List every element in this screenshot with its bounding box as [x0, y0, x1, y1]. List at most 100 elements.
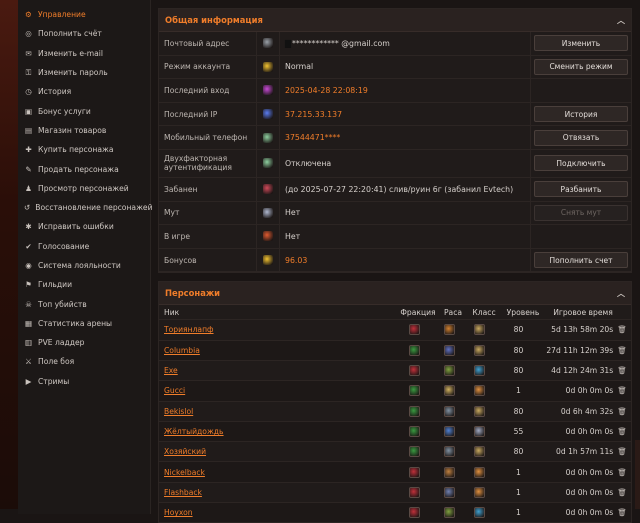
faction-icon	[409, 405, 421, 417]
info-action-cell: Изменить	[530, 32, 631, 55]
character-link[interactable]: Hoyxon	[164, 508, 193, 517]
info-action-button[interactable]: Сменить режим	[534, 58, 628, 75]
sidebar-item-label: Стримы	[38, 376, 70, 386]
character-link[interactable]: Nickelback	[164, 468, 205, 477]
sidebar-item[interactable]: ◷ История	[18, 82, 150, 101]
sidebar-item[interactable]: ↺ Восстановление персонажей	[18, 198, 153, 217]
character-nick-cell: Хозяйский	[164, 447, 396, 456]
info-label: Забанен	[164, 184, 198, 194]
trash-icon[interactable]: 🗑	[613, 386, 631, 395]
info-label: Двухфакторная аутентификация	[164, 154, 232, 173]
info-value: 2025-04-28 22:08:19	[280, 86, 530, 95]
sell-character-icon: ✎	[25, 164, 32, 174]
coins-icon: ◎	[25, 29, 32, 39]
sidebar-item[interactable]: ⚔ Поле боя	[18, 352, 150, 371]
sidebar-item-label: Изменить пароль	[38, 68, 108, 78]
sidebar-item[interactable]: ☠ Топ убийств	[18, 294, 150, 313]
sidebar-item[interactable]: ◎ Пополнить счёт	[18, 24, 150, 43]
info-action-button[interactable]: История	[534, 106, 628, 123]
sidebar-item[interactable]: ⚙ Управление	[18, 5, 150, 24]
info-action-button[interactable]: Пополнить счет	[534, 252, 628, 269]
class-icon	[474, 446, 486, 458]
race-icon	[443, 324, 455, 336]
redacted-block: ▇	[285, 38, 291, 48]
character-row: Hoyxon 1 0d 0h 0m 0s 🗑	[159, 502, 631, 523]
trash-icon[interactable]: 🗑	[613, 346, 631, 355]
character-playtime: 0d 0h 0m 0s	[565, 426, 614, 436]
character-link[interactable]: Bekislol	[164, 407, 193, 416]
faction-cell	[396, 466, 434, 478]
chevron-up-icon[interactable]: ︿	[617, 15, 625, 26]
info-action-button[interactable]: Отвязать	[534, 129, 628, 146]
sidebar-item[interactable]: ✚ Купить персонажа	[18, 140, 150, 159]
character-link[interactable]: Columbia	[164, 346, 200, 355]
trash-icon[interactable]: 🗑	[613, 447, 631, 456]
sidebar-item[interactable]: ♟ Просмотр персонажей	[18, 179, 150, 198]
character-nick-cell: Жёлтыйдождь	[164, 427, 396, 436]
sidebar-item-label: Магазин товаров	[38, 125, 107, 135]
character-link[interactable]: Хозяйский	[164, 447, 206, 456]
sidebar-item[interactable]: ▶ Стримы	[18, 372, 150, 391]
trash-icon[interactable]: 🗑	[613, 488, 631, 497]
sidebar-item[interactable]: ✎ Продать персонажа	[18, 159, 150, 178]
character-nick-cell: Columbia	[164, 346, 396, 355]
gift-icon: ▣	[24, 106, 33, 116]
character-link[interactable]: Flashback	[164, 488, 202, 497]
trash-icon[interactable]: 🗑	[613, 427, 631, 436]
skull-icon: ☠	[25, 299, 32, 309]
class-cell	[465, 446, 495, 458]
chevron-up-icon[interactable]: ︿	[617, 288, 625, 299]
character-link[interactable]: Жёлтыйдождь	[164, 427, 224, 436]
sidebar-item[interactable]: ⚑ Гильдии	[18, 275, 150, 294]
trash-icon[interactable]: 🗑	[613, 325, 631, 334]
sidebar-item[interactable]: ▦ Статистика арены	[18, 314, 150, 333]
characters-header[interactable]: Персонажи ︿	[159, 282, 631, 306]
characters-panel: Персонажи ︿ Ник Фракция Раса Класс Урове…	[158, 281, 632, 523]
character-icon: ♟	[25, 183, 32, 193]
info-action-cell: Снять мут	[530, 201, 631, 225]
info-icon-cell	[256, 248, 280, 272]
sidebar-item[interactable]: ▤ Магазин товаров	[18, 121, 150, 140]
info-action-button[interactable]: Изменить	[534, 35, 628, 52]
character-nick-cell: Hoyxon	[164, 508, 396, 517]
trash-icon[interactable]: 🗑	[613, 508, 631, 517]
sidebar-item[interactable]: ▣ Бонус услуги	[18, 101, 150, 120]
bug-icon: ✱	[25, 222, 32, 232]
race-cell	[434, 405, 466, 417]
info-action-cell: Пополнить счет	[530, 248, 631, 272]
sidebar-item-label: PVE ладдер	[38, 338, 85, 348]
info-action-button[interactable]: Подключить	[534, 155, 628, 172]
general-info-panel: Общая информация ︿ Почтовый адрес ▇******…	[158, 8, 632, 274]
sidebar-item[interactable]: ▥ PVE ладдер	[18, 333, 150, 352]
trash-icon[interactable]: 🗑	[613, 407, 631, 416]
class-cell	[465, 486, 495, 498]
info-action-button[interactable]: Разбанить	[534, 181, 628, 198]
general-info-header[interactable]: Общая информация ︿	[159, 9, 631, 32]
race-cell	[434, 324, 466, 336]
character-link[interactable]: Exe	[164, 366, 178, 375]
character-nick-cell: Ториянлапф	[164, 325, 396, 334]
col-race: Раса	[443, 307, 463, 317]
class-icon	[474, 385, 486, 397]
sidebar-item[interactable]: ✔ Голосование	[18, 237, 150, 256]
trash-icon[interactable]: 🗑	[613, 468, 631, 477]
info-label: Мобильный телефон	[164, 133, 248, 143]
info-icon-cell	[256, 32, 280, 55]
race-cell	[434, 466, 466, 478]
character-playtime: 0d 0h 0m 0s	[565, 467, 614, 477]
info-value: Нет	[280, 208, 530, 217]
envelope-icon: ✉	[25, 48, 32, 58]
race-icon	[443, 385, 455, 397]
sidebar-item[interactable]: ◉ Система лояльности	[18, 256, 150, 275]
info-icon-cell	[256, 201, 280, 225]
faction-icon	[409, 486, 421, 498]
character-link[interactable]: Ториянлапф	[164, 325, 214, 334]
trash-icon[interactable]: 🗑	[613, 366, 631, 375]
sidebar-item[interactable]: ✉ Изменить e-mail	[18, 44, 150, 63]
sidebar-item[interactable]: ⚿ Изменить пароль	[18, 63, 150, 82]
sidebar-item[interactable]: ✱ Исправить ошибки	[18, 217, 150, 236]
faction-cell	[396, 486, 434, 498]
background-art-strip-right	[635, 440, 640, 509]
character-link[interactable]: Gucci	[164, 386, 185, 395]
character-row: Bekislol 80 0d 6h 4m 32s 🗑	[159, 400, 631, 421]
